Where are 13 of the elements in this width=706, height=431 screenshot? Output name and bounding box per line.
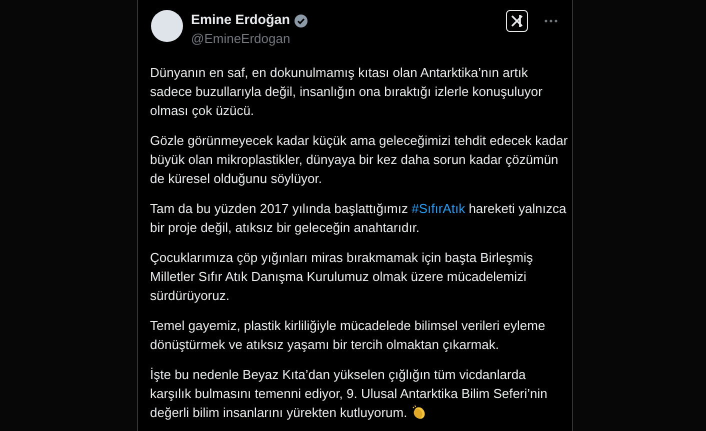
grok-icon[interactable] (506, 10, 528, 32)
author-name[interactable]: Emine Erdoğan (191, 11, 290, 28)
clapping-hands-icon (411, 404, 428, 420)
avatar[interactable] (151, 10, 183, 42)
tweet-paragraph: Çocuklarımıza çöp yığınları miras bırakmamak için başta Birleşmiş Milletler Sıfır Atık Danışma Kurulumuz olmak üzere mücadelemizi sürdürüyoruz. (150, 248, 534, 304)
more-icon[interactable] (544, 19, 558, 23)
hashtag-link[interactable]: #SıfırAtık (412, 200, 466, 216)
tweet-paragraph: Tam da bu yüzden 2017 yılında başlattığımız #SıfırAtık hareketi yalnızca bir proje değil, atıksız bir geleceğin anahtarıdır. (150, 200, 568, 236)
tweet-paragraph: Dünyanın en saf, en dokunulmamış kıtası olan Antarktika’nın artık sadece buzullarıyla değil, insanlığın ona bıraktığı izlerle konuşuluyor olması çok üzücü. (150, 64, 544, 120)
tweet-paragraph: Temel gayemiz, plastik kirliliğiyle mücadelede bilimsel verileri eyleme dönüştürmek ve atıksız yaşamı bir tercih olmaktan çıkarmak. (150, 316, 546, 354)
author-handle[interactable]: @EmineErdogan (191, 30, 498, 46)
tweet-paragraph: Gözle görünmeyecek kadar küçük ama geleceğimizi tehdit edecek kadar büyük olan mikroplastikler, dünyaya bir kez daha sorun kadar çözümün de küresel olduğunu söylüyor. (150, 132, 568, 188)
tweet-paragraph: İşte bu nedenle Beyaz Kıta’dan yükselen çığlığın tüm vicdanlarda karşılık bulmasını temenni ediyor, 9. Ulusal Antarktika Bilim Seferi’nin değerli bilim insanlarını yürekten kutluyorum. (150, 366, 548, 422)
